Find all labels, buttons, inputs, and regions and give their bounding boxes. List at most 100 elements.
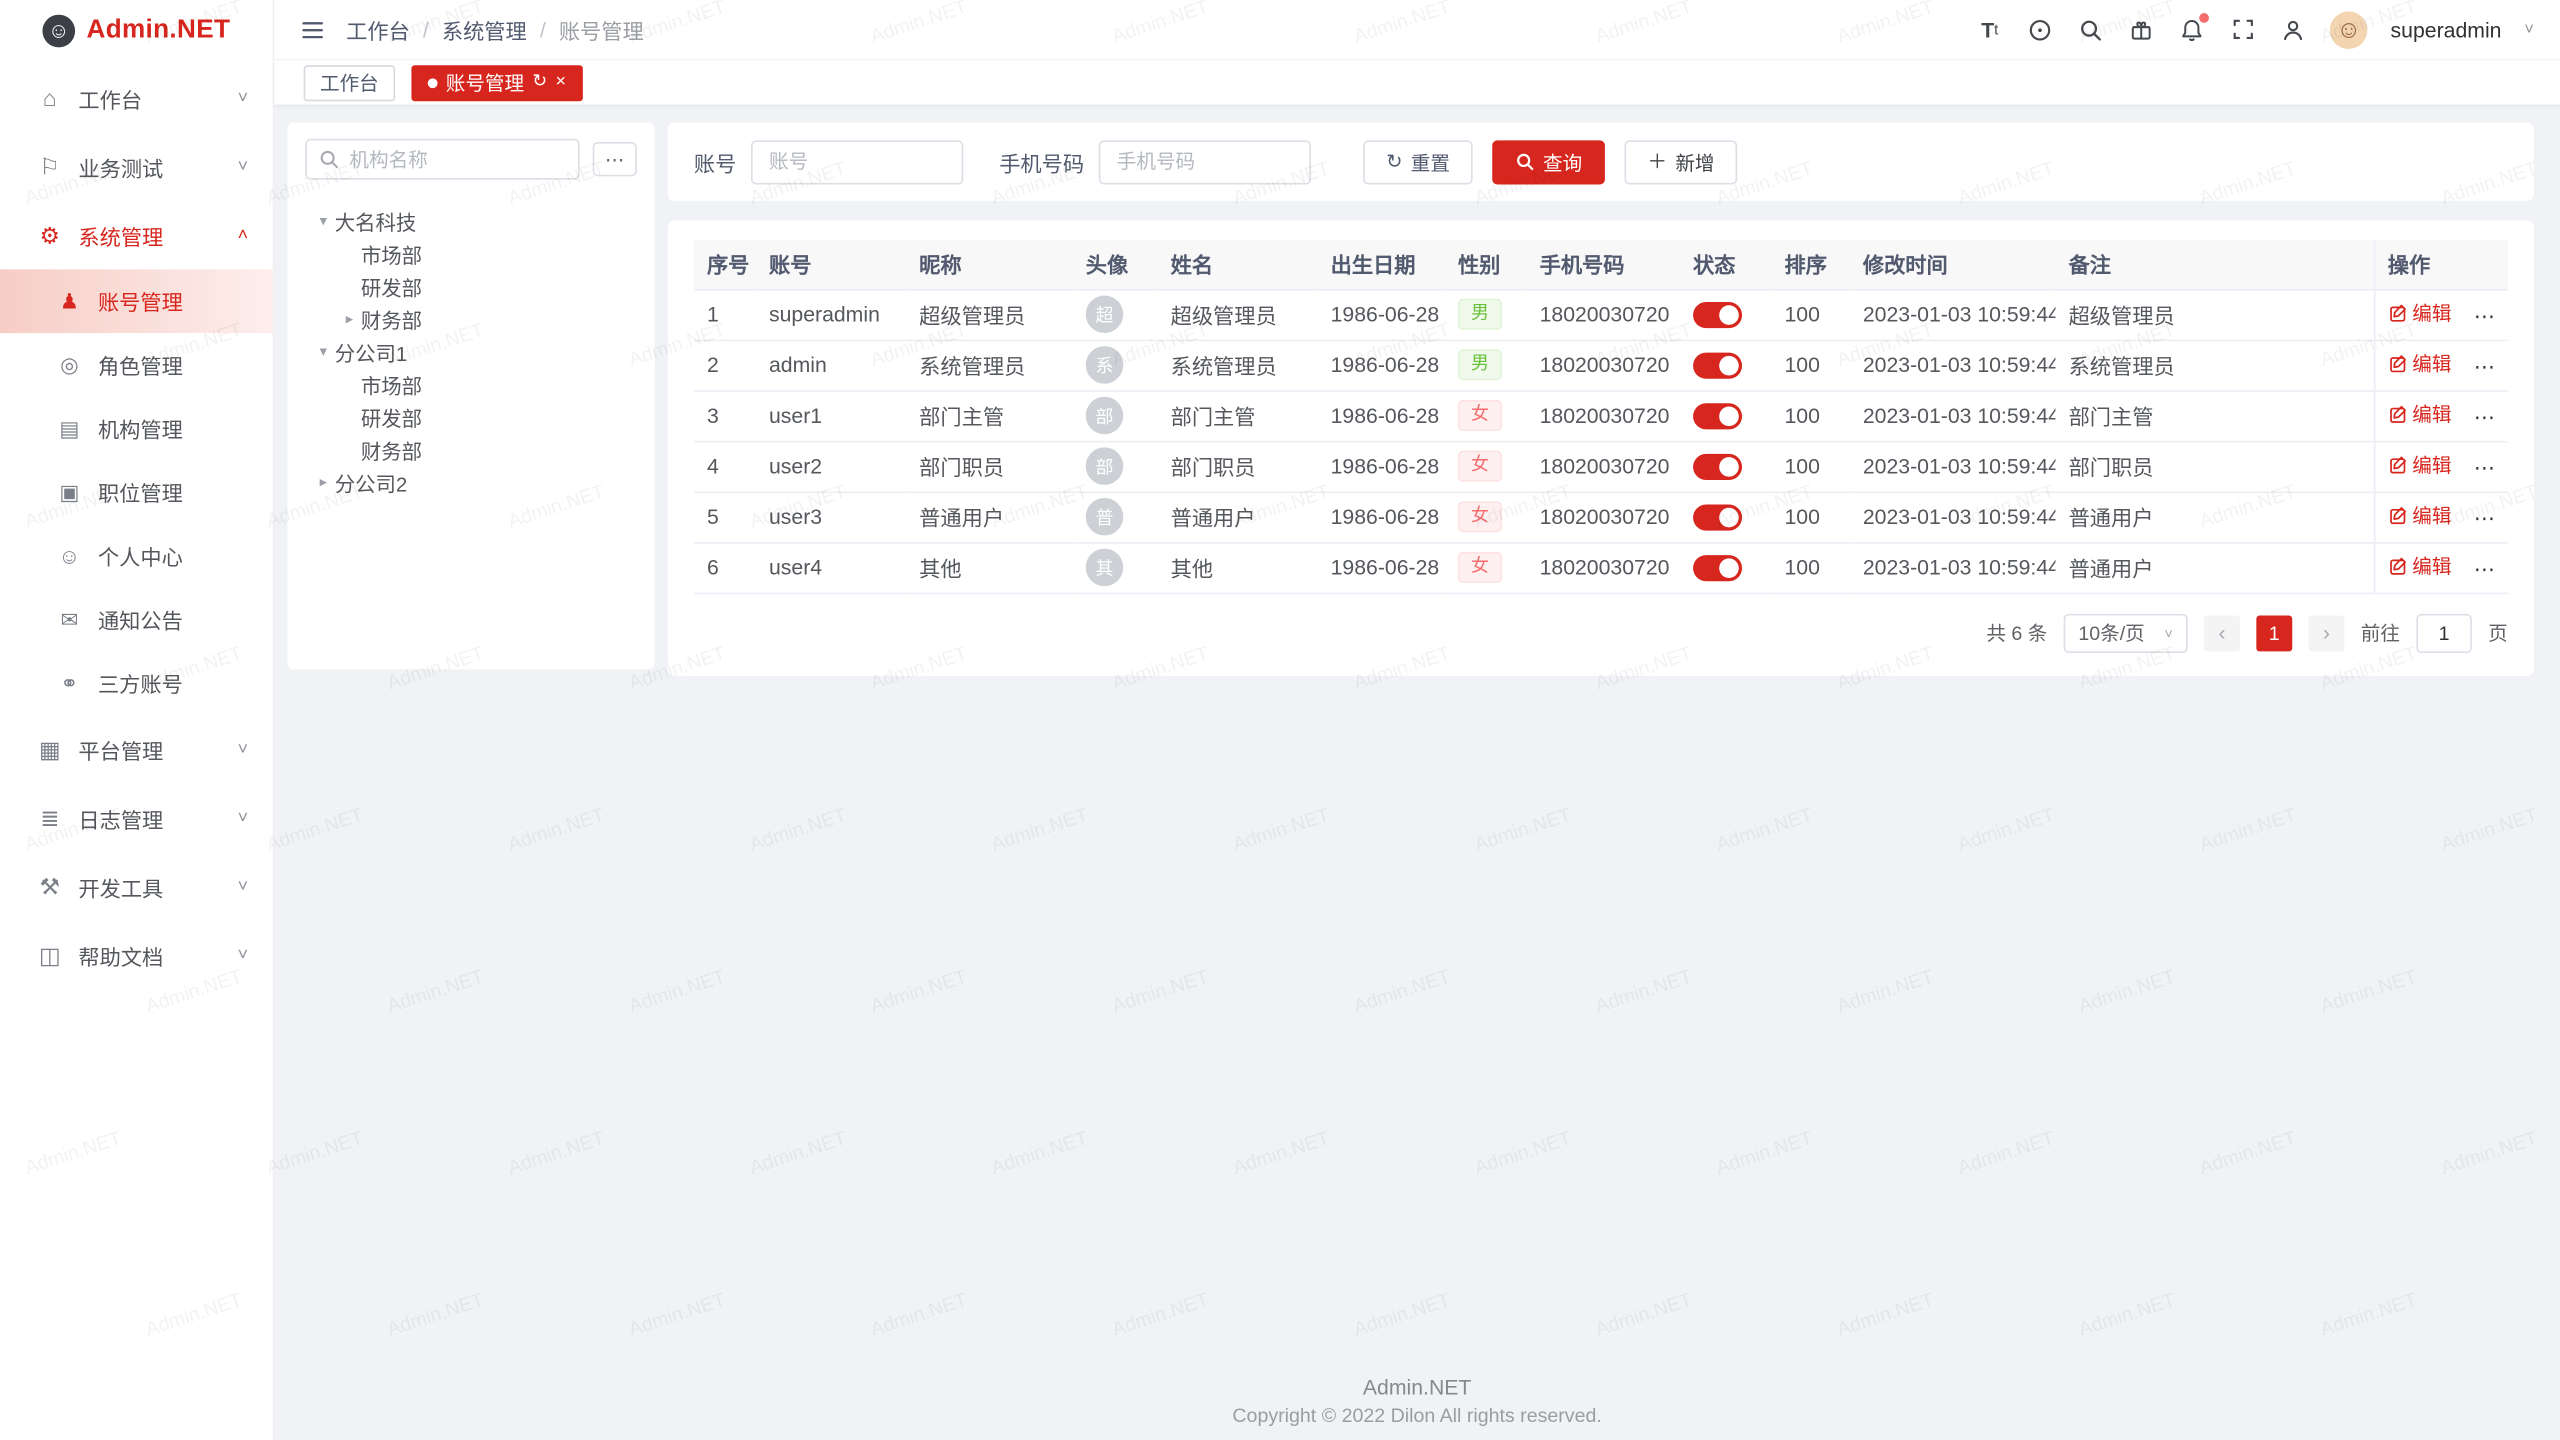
font-size-icon[interactable]: Tt: [1976, 17, 2004, 41]
cell-remark: 超级管理员: [2056, 289, 2374, 340]
tab-close-icon[interactable]: ×: [556, 73, 567, 91]
status-toggle[interactable]: [1693, 352, 1742, 378]
sidebar-item-third-party-account[interactable]: ⚭ 三方账号: [0, 651, 273, 715]
table-column-header: 排序: [1771, 240, 1849, 289]
cell-nickname: 部门职员: [906, 441, 1073, 492]
page-size-select[interactable]: 10条/页 ˅: [2064, 613, 2188, 652]
cell-gender: 女: [1445, 542, 1527, 593]
search-icon[interactable]: [2077, 17, 2105, 41]
tree-node[interactable]: ▸ 财务部: [305, 302, 636, 335]
tab[interactable]: 工作台: [304, 64, 395, 100]
add-button[interactable]: ＋ 新增: [1625, 140, 1738, 184]
language-icon[interactable]: [2026, 17, 2054, 41]
cell-order: 100: [1771, 542, 1849, 593]
tree-node[interactable]: ▸ 分公司2: [305, 465, 636, 498]
avatar: 部: [1086, 447, 1124, 485]
username[interactable]: superadmin: [2391, 17, 2502, 41]
prev-page-button[interactable]: ‹: [2204, 615, 2240, 651]
tree-node[interactable]: 财务部: [305, 433, 636, 466]
tree-node[interactable]: 市场部: [305, 367, 636, 400]
sidebar-item-system-management[interactable]: ⚙ 系统管理 ˄: [0, 201, 273, 270]
gender-badge: 男: [1458, 299, 1502, 330]
status-toggle[interactable]: [1693, 454, 1742, 480]
fullscreen-icon[interactable]: [2229, 18, 2257, 41]
cell-birthdate: 1986-06-28: [1318, 441, 1445, 492]
edit-button[interactable]: 编辑: [2388, 350, 2452, 378]
next-page-button[interactable]: ›: [2309, 615, 2345, 651]
sidebar-item-log-management[interactable]: ≣ 日志管理 ˅: [0, 784, 273, 853]
page-number-button[interactable]: 1: [2256, 615, 2292, 651]
sidebar-item-business-test[interactable]: ⚐ 业务测试 ˅: [0, 132, 273, 201]
tree-caret-icon[interactable]: ▾: [312, 211, 335, 229]
more-actions-button[interactable]: ⋯: [2474, 455, 2497, 479]
sidebar-item-help-docs[interactable]: ◫ 帮助文档 ˅: [0, 921, 273, 990]
breadcrumb-separator: /: [423, 17, 429, 41]
tree-node[interactable]: 研发部: [305, 269, 636, 302]
sidebar-item-org-management[interactable]: ▤ 机构管理: [0, 397, 273, 461]
profile-icon[interactable]: [2280, 17, 2308, 41]
edit-label: 编辑: [2412, 502, 2451, 530]
edit-button[interactable]: 编辑: [2388, 451, 2452, 479]
status-toggle[interactable]: [1693, 302, 1742, 328]
cell-name: 超级管理员: [1158, 289, 1318, 340]
sidebar-item-position-management[interactable]: ▣ 职位管理: [0, 460, 273, 524]
edit-button[interactable]: 编辑: [2388, 502, 2452, 530]
sidebar-item-platform-management[interactable]: ▦ 平台管理 ˅: [0, 715, 273, 784]
tab-refresh-icon[interactable]: ↻: [532, 73, 547, 91]
edit-label: 编辑: [2412, 350, 2451, 378]
theme-icon[interactable]: [2128, 17, 2156, 41]
more-actions-button[interactable]: ⋯: [2474, 303, 2497, 327]
topbar-actions: Tt ☺ superadmin ˅: [1976, 11, 2534, 49]
reset-button[interactable]: ↻ 重置: [1363, 140, 1473, 184]
tree-caret-icon[interactable]: ▾: [312, 342, 335, 360]
breadcrumb-item[interactable]: 系统管理: [442, 14, 527, 45]
status-toggle[interactable]: [1693, 555, 1742, 581]
user-avatar[interactable]: ☺: [2330, 11, 2368, 49]
sidebar-item-notice[interactable]: ✉ 通知公告: [0, 588, 273, 652]
notification-bell-icon[interactable]: [2178, 17, 2206, 41]
collapse-menu-icon[interactable]: [300, 17, 324, 41]
tree-node[interactable]: 市场部: [305, 237, 636, 270]
edit-button[interactable]: 编辑: [2388, 400, 2452, 428]
edit-button[interactable]: 编辑: [2388, 552, 2452, 580]
sidebar-item-label: 业务测试: [78, 151, 163, 182]
cell-status: [1680, 289, 1771, 340]
query-button[interactable]: 查询: [1492, 140, 1605, 184]
sidebar-item-workbench[interactable]: ⌂ 工作台 ˅: [0, 64, 273, 133]
sidebar-item-role-management[interactable]: ◎ 角色管理: [0, 333, 273, 397]
edit-button[interactable]: 编辑: [2388, 299, 2452, 327]
tree-node[interactable]: ▾ 分公司1: [305, 335, 636, 368]
edit-icon: [2388, 455, 2408, 475]
tree-node[interactable]: ▾ 大名科技: [305, 204, 636, 237]
tree-caret-icon[interactable]: ▸: [312, 473, 335, 491]
tab[interactable]: 账号管理 ↻ ×: [411, 64, 582, 100]
org-more-button[interactable]: ⋯: [593, 142, 637, 176]
sidebar-item-dev-tools[interactable]: ⚒ 开发工具 ˅: [0, 852, 273, 921]
breadcrumb-item[interactable]: 工作台: [346, 14, 410, 45]
goto-page-input[interactable]: [2416, 613, 2472, 652]
table-header-row: 序号账号昵称头像姓名出生日期性别手机号码状态排序修改时间备注操作: [694, 240, 2508, 289]
more-actions-button[interactable]: ⋯: [2474, 506, 2497, 530]
account-filter-label: 账号: [694, 146, 736, 177]
sidebar-item-label: 账号管理: [98, 286, 183, 317]
tree-caret-icon[interactable]: ▸: [338, 309, 361, 327]
accounts-table: 序号账号昵称头像姓名出生日期性别手机号码状态排序修改时间备注操作 1 super…: [694, 240, 2508, 593]
status-toggle[interactable]: [1693, 403, 1742, 429]
cell-name: 其他: [1158, 542, 1318, 593]
tree-node[interactable]: 研发部: [305, 400, 636, 433]
more-actions-button[interactable]: ⋯: [2474, 404, 2497, 428]
sidebar-item-personal-center[interactable]: ☺ 个人中心: [0, 524, 273, 588]
sidebar-item-account-management[interactable]: ♟ 账号管理: [0, 269, 273, 333]
table-column-header: 出生日期: [1318, 240, 1445, 289]
user-menu-chevron-icon[interactable]: ˅: [2524, 20, 2534, 38]
cell-status: [1680, 390, 1771, 441]
breadcrumb-separator: /: [540, 17, 546, 41]
cell-remark: 部门职员: [2056, 441, 2374, 492]
phone-filter-input[interactable]: [1099, 140, 1311, 184]
account-filter-input[interactable]: [751, 140, 963, 184]
more-actions-button[interactable]: ⋯: [2474, 556, 2497, 580]
more-actions-button[interactable]: ⋯: [2474, 354, 2497, 378]
org-search-input[interactable]: [305, 139, 579, 180]
status-toggle[interactable]: [1693, 504, 1742, 530]
cell-modified-time: 2023-01-03 10:59:44: [1850, 491, 2056, 542]
